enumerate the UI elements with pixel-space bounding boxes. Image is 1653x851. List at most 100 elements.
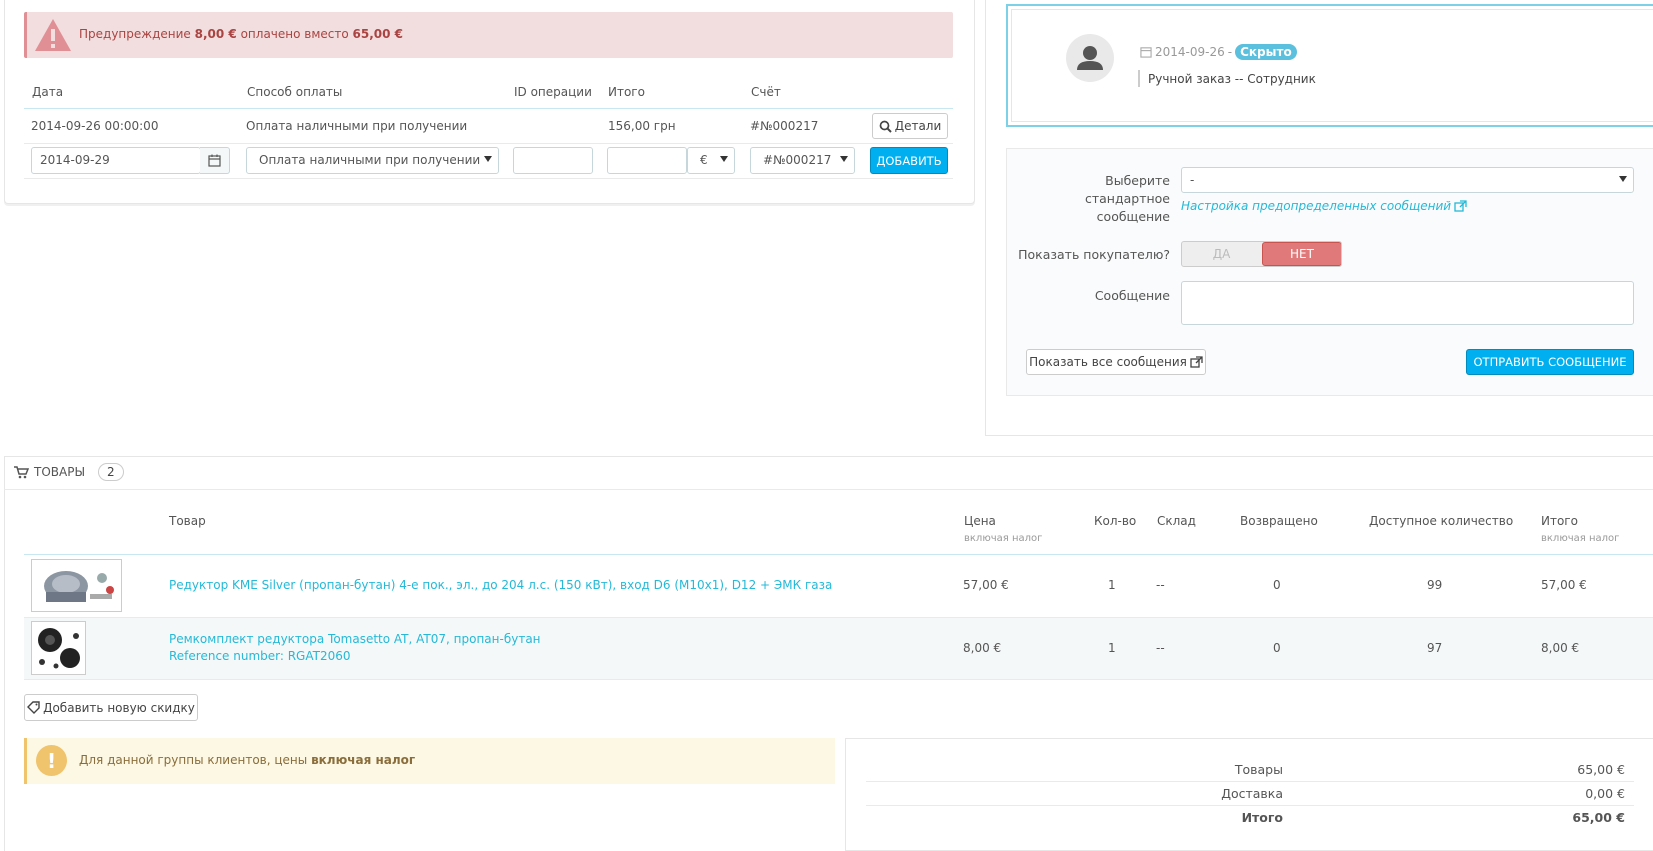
new-payment-amount-input[interactable] (607, 147, 687, 174)
standard-message-select[interactable]: - (1181, 167, 1634, 193)
new-payment-method-select[interactable]: Оплата наличными при получении (246, 147, 499, 174)
chevron-down-icon (840, 156, 848, 162)
chevron-down-icon (720, 156, 728, 162)
product-thumbnail[interactable] (31, 559, 122, 612)
col-header-price-sub: включая налог (964, 533, 1043, 544)
show-customer-toggle[interactable]: ДА НЕТ (1181, 241, 1342, 267)
col-header-total: Итого (1541, 514, 1578, 528)
totals-products-label: Товары (1234, 762, 1283, 777)
col-header-total-sub: включая налог (1541, 533, 1620, 544)
payment-date: 2014-09-26 00:00:00 (31, 119, 159, 133)
row-divider (24, 178, 953, 179)
message-meta: 2014-09-26 - Скрыто (1140, 44, 1297, 60)
col-header-total: Итого (608, 85, 645, 99)
send-message-button[interactable]: ОТПРАВИТЬ СООБЩЕНИЕ (1466, 349, 1634, 375)
col-header-date: Дата (32, 85, 64, 99)
col-header-returned: Возвращено (1240, 514, 1318, 528)
message-quote-bar (1138, 70, 1140, 87)
alert-middle: оплачено вместо (240, 27, 349, 41)
payment-total: 156,00 грн (608, 119, 676, 133)
calendar-button[interactable] (200, 147, 230, 174)
payment-method: Оплата наличными при получении (246, 119, 468, 133)
alert-prefix: Предупреждение (79, 27, 191, 41)
product-qty: 1 (1108, 578, 1116, 592)
tax-alert-prefix: Для данной группы клиентов, цены (79, 753, 308, 767)
tag-icon (27, 701, 40, 714)
invoice-select-value: #№000217 (763, 153, 832, 167)
toggle-yes[interactable]: ДА (1182, 242, 1261, 266)
standard-message-value: - (1190, 173, 1195, 187)
totals-shipping-value: 0,00 € (1585, 786, 1625, 801)
invoice-select[interactable]: #№000217 (750, 147, 855, 174)
totals-divider (866, 781, 1634, 782)
external-link-icon (1454, 199, 1467, 212)
product-returned: 0 (1273, 578, 1281, 592)
calendar-icon (208, 154, 221, 167)
currency-select-value: € (700, 153, 708, 167)
new-payment-transaction-input[interactable] (513, 147, 593, 174)
tax-alert-bold: включая налог (311, 753, 416, 767)
message-label: Сообщение (1094, 288, 1170, 303)
header-divider (24, 108, 953, 109)
product-warehouse: -- (1156, 641, 1165, 655)
totals-products-value: 65,00 € (1577, 762, 1625, 777)
col-header-method: Способ оплаты (247, 85, 343, 99)
product-total: 8,00 € (1541, 641, 1580, 655)
product-returned: 0 (1273, 641, 1281, 655)
show-customer-label: Показать покупателю? (1018, 247, 1170, 262)
message-textarea[interactable] (1181, 281, 1634, 325)
product-available: 99 (1427, 578, 1443, 592)
product-thumbnail[interactable] (31, 621, 86, 675)
panel-heading-divider (4, 489, 1653, 490)
message-date-separator: - (1227, 45, 1233, 59)
details-button[interactable]: Детали (872, 113, 948, 139)
chevron-down-icon (1619, 176, 1627, 182)
totals-grand-value: 65,00 € (1572, 810, 1625, 825)
message-date: 2014-09-26 (1155, 45, 1225, 59)
show-all-messages-button[interactable]: Показать все сообщения (1026, 349, 1206, 375)
details-label: Детали (894, 119, 942, 133)
col-header-price: Цена (964, 514, 996, 528)
calendar-icon (1140, 47, 1152, 58)
visibility-badge: Скрыто (1235, 44, 1297, 60)
currency-select[interactable]: € (687, 147, 735, 174)
avatar (1066, 34, 1114, 82)
predefined-messages-link-label: Настройка предопределенных сообщений (1181, 199, 1452, 213)
col-header-qty: Кол-во (1094, 514, 1137, 528)
product-price: 57,00 € (963, 578, 1009, 592)
predefined-messages-link[interactable]: Настройка предопределенных сообщений (1181, 199, 1467, 213)
product-name-link[interactable]: Ремкомплект редуктора Tomasetto AT, AT07… (169, 632, 541, 646)
alert-paid-amount: 8,00 € (194, 27, 237, 41)
toggle-no[interactable]: НЕТ (1262, 242, 1341, 266)
external-link-icon (1190, 355, 1203, 368)
exclamation-icon: ! (36, 745, 67, 776)
message-text: Ручной заказ -- Сотрудник (1148, 72, 1316, 86)
alert-expected-amount: 65,00 € (352, 27, 404, 41)
product-price: 8,00 € (963, 641, 1002, 655)
show-all-messages-label: Показать все сообщения (1029, 355, 1187, 369)
totals-shipping-label: Доставка (1221, 786, 1283, 801)
row-divider (24, 679, 1653, 680)
totals-divider (866, 805, 1634, 806)
payment-warning-alert: Предупреждение 8,00 € оплачено вместо 65… (24, 12, 953, 58)
search-icon (879, 120, 892, 133)
col-header-warehouse: Склад (1157, 514, 1196, 528)
col-header-available: Доступное количество (1369, 514, 1514, 528)
chevron-down-icon (484, 156, 492, 162)
col-header-transaction: ID операции (514, 85, 592, 99)
product-image-icon (44, 571, 114, 602)
payment-invoice: #№000217 (750, 119, 819, 133)
tax-info-alert: ! Для данной группы клиентов, цены включ… (24, 738, 835, 784)
product-available: 97 (1427, 641, 1443, 655)
products-count-badge: 2 (98, 463, 124, 481)
new-payment-date-input[interactable]: 2014-09-29 (31, 147, 201, 174)
method-select-value: Оплата наличными при получении (259, 153, 481, 167)
row-divider (24, 143, 953, 144)
add-discount-button[interactable]: Добавить новую скидку (24, 694, 198, 721)
add-discount-label: Добавить новую скидку (43, 700, 195, 715)
product-name-link[interactable]: Редуктор KME Silver (пропан-бутан) 4-е п… (169, 578, 832, 592)
product-image-icon (38, 628, 80, 669)
product-warehouse: -- (1156, 578, 1165, 592)
col-header-product: Товар (169, 514, 206, 528)
add-payment-button[interactable]: ДОБАВИТЬ (870, 147, 948, 174)
